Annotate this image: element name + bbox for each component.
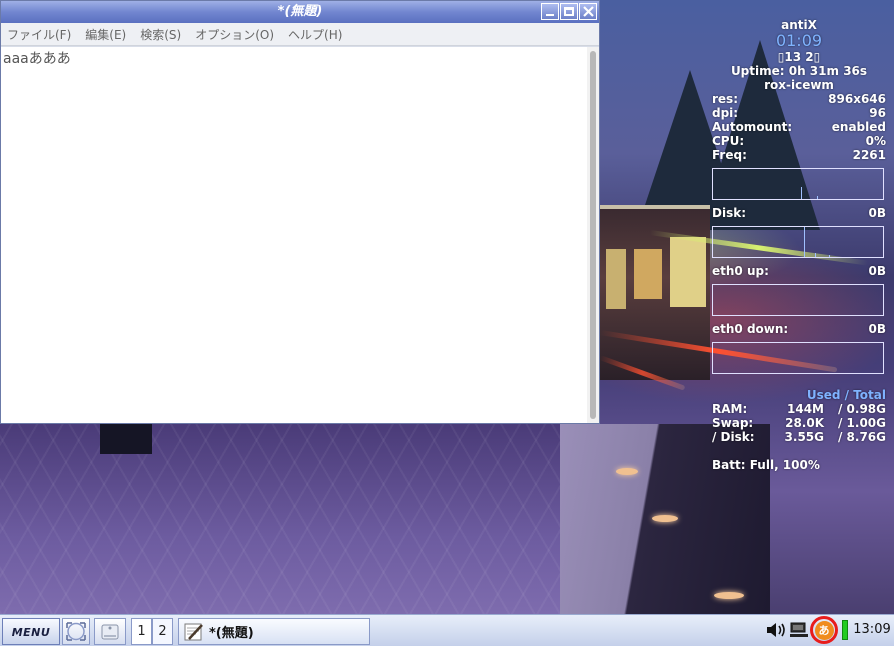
- conky-cpu-row: CPU: 0%: [712, 134, 886, 148]
- conky-automount-row: Automount: enabled: [712, 120, 886, 134]
- wallpaper-pavement: [0, 424, 640, 614]
- conky-swap-row: Swap: 28.0K / 1.00G: [712, 416, 886, 430]
- conky-dpi-row: dpi: 96: [712, 106, 886, 120]
- conky-wm: rox-icewm: [764, 78, 834, 92]
- vertical-scrollbar[interactable]: [587, 47, 599, 423]
- window-titlebar[interactable]: *(無題): [1, 1, 599, 23]
- conky-eth0-down-row: eth0 down: 0B: [712, 322, 886, 336]
- wallpaper-pillar: [100, 424, 152, 454]
- conky-ram-row: RAM: 144M / 0.98G: [712, 402, 886, 416]
- conky-swap-label: Swap:: [712, 416, 754, 430]
- graph-spike: [817, 196, 818, 199]
- conky-dpi-value: 96: [869, 106, 886, 120]
- taskbar: MENU 1 2 *(無題): [0, 614, 894, 646]
- graph-spike: [829, 255, 830, 257]
- menu-file[interactable]: ファイル(F): [1, 26, 78, 43]
- conky-monitor: antiX 01:09 ▯13 2▯ Uptime: 0h 31m 36s ro…: [712, 18, 886, 472]
- conky-disk-usage-row: / Disk: 3.55G / 8.76G: [712, 430, 886, 444]
- conky-cpu-value: 0%: [865, 134, 886, 148]
- conky-freq-row: Freq: 2261: [712, 148, 886, 162]
- menu-help[interactable]: ヘルプ(H): [281, 26, 349, 43]
- conky-disk-usage-label: / Disk:: [712, 430, 755, 444]
- conky-swap-used: 28.0K: [785, 416, 824, 430]
- graph-spike: [804, 227, 805, 257]
- conky-res-label: res:: [712, 92, 738, 106]
- window-title: *(無題): [277, 4, 323, 19]
- text-editor-icon: [184, 623, 203, 640]
- network-icon[interactable]: [789, 621, 809, 639]
- start-menu-button[interactable]: MENU: [2, 618, 60, 645]
- conky-automount-label: Automount:: [712, 120, 793, 134]
- volume-icon[interactable]: [765, 621, 787, 639]
- eth0-down-graph: [712, 342, 884, 374]
- conky-freq-label: Freq:: [712, 148, 747, 162]
- conky-disk-row: Disk: 0B: [712, 206, 886, 220]
- conky-freq-value: 2261: [852, 148, 886, 162]
- maximize-button[interactable]: [560, 3, 578, 20]
- conky-ram-label: RAM:: [712, 402, 748, 416]
- conky-used-total-header: Used / Total: [806, 388, 886, 402]
- conky-automount-value: enabled: [831, 120, 886, 134]
- taskbar-window-title: *(無題): [209, 626, 254, 641]
- train-window: [634, 249, 662, 299]
- conky-date: ▯13 2▯: [777, 50, 821, 64]
- input-method-button[interactable]: あ: [810, 616, 838, 644]
- menu-options[interactable]: オプション(O): [188, 26, 281, 43]
- train-window: [670, 237, 706, 307]
- graph-spike: [815, 253, 816, 257]
- disk-graph: [712, 226, 884, 258]
- drive-icon: [101, 624, 119, 640]
- close-button[interactable]: [579, 3, 597, 20]
- conky-ram-total: / 0.98G: [837, 402, 886, 416]
- conky-disk-usage-total: / 8.76G: [837, 430, 886, 444]
- conky-swap-total: / 1.00G: [837, 416, 886, 430]
- taskbar-clock[interactable]: 13:09: [850, 614, 894, 646]
- workspace-1[interactable]: 1: [131, 618, 152, 645]
- menu-search[interactable]: 検索(S): [133, 26, 188, 43]
- input-method-icon: あ: [814, 620, 834, 640]
- conky-disk-label: Disk:: [712, 206, 746, 220]
- conky-ram-used: 144M: [787, 402, 824, 416]
- conky-eth0-up-value: 0B: [868, 264, 887, 278]
- conky-res-row: res: 896x646: [712, 92, 886, 106]
- conky-disk-value: 0B: [868, 206, 887, 220]
- fullscreen-icon: [66, 622, 86, 641]
- graph-spike: [801, 187, 802, 199]
- platform-light: [714, 592, 744, 599]
- battery-indicator: [842, 620, 848, 640]
- menu-edit[interactable]: 編集(E): [78, 26, 133, 43]
- eth0-up-graph: [712, 284, 884, 316]
- minimize-button[interactable]: [541, 3, 559, 20]
- window-controls: [541, 3, 597, 20]
- scrollbar-thumb[interactable]: [590, 51, 596, 419]
- platform-light: [616, 468, 638, 475]
- close-icon: [583, 6, 594, 17]
- editor-text-area[interactable]: aaaあああ: [1, 47, 587, 423]
- conky-uptime: Uptime: 0h 31m 36s: [730, 64, 868, 78]
- file-manager-button[interactable]: [94, 618, 126, 645]
- platform-light: [652, 515, 678, 522]
- conky-battery: Batt: Full, 100%: [712, 458, 820, 472]
- editor-window: *(無題) ファイル(F) 編集(E) 検索(S) オプション(O) ヘルプ(H…: [0, 0, 600, 424]
- train-window: [606, 249, 626, 309]
- conky-eth0-down-label: eth0 down:: [712, 322, 789, 336]
- conky-eth0-down-value: 0B: [868, 322, 887, 336]
- conky-eth0-up-label: eth0 up:: [712, 264, 769, 278]
- conky-disk-usage-used: 3.55G: [784, 430, 824, 444]
- conky-time: 01:09: [775, 31, 823, 50]
- conky-hostname: antiX: [781, 18, 817, 32]
- show-desktop-button[interactable]: [62, 618, 90, 645]
- workspace-2[interactable]: 2: [152, 618, 173, 645]
- conky-dpi-label: dpi:: [712, 106, 739, 120]
- conky-res-value: 896x646: [828, 92, 886, 106]
- cpu-graph: [712, 168, 884, 200]
- menu-bar: ファイル(F) 編集(E) 検索(S) オプション(O) ヘルプ(H): [1, 23, 599, 46]
- conky-cpu-label: CPU:: [712, 134, 745, 148]
- conky-eth0-up-row: eth0 up: 0B: [712, 264, 886, 278]
- taskbar-window-button[interactable]: *(無題): [178, 618, 370, 645]
